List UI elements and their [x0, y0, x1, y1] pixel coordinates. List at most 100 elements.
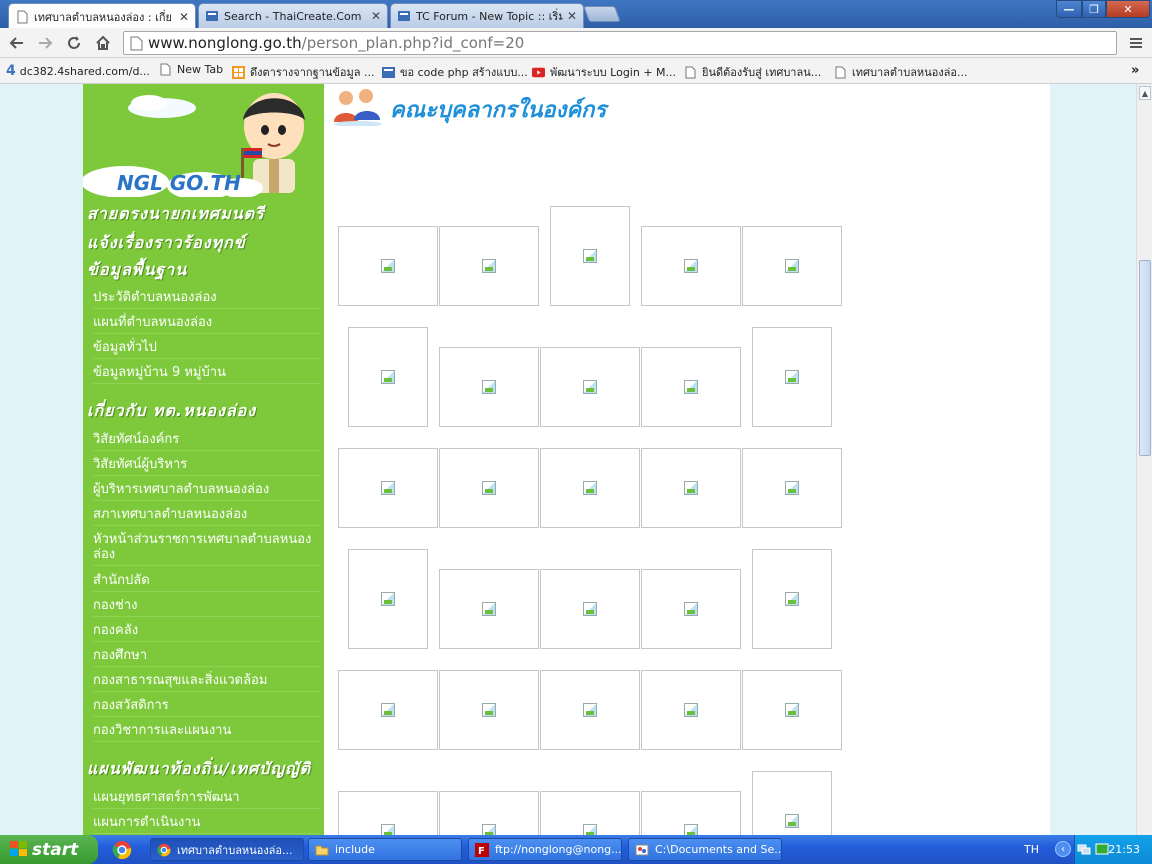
menu-item-operation-plan[interactable]: แผนการดำเนินงาน — [93, 815, 321, 834]
staff-photo[interactable] — [540, 347, 640, 427]
minimize-button[interactable]: — — [1056, 0, 1082, 18]
scroll-thumb[interactable] — [1139, 260, 1151, 456]
start-button[interactable]: start — [0, 835, 98, 864]
mayor-hotline-link[interactable]: สายตรงนายกเทศมนตรี — [87, 202, 265, 227]
maximize-button[interactable]: ❐ — [1082, 0, 1106, 18]
staff-photo[interactable] — [439, 569, 539, 649]
more-bookmarks-button[interactable]: » — [1131, 63, 1139, 78]
bookmark-4shared[interactable]: 4 dc382.4shared.com/d... — [6, 63, 150, 79]
close-icon[interactable]: ✕ — [371, 9, 381, 23]
menu-item-council[interactable]: สภาเทศบาลตำบลหนองล่อง — [93, 507, 321, 526]
menu-item-strategy[interactable]: แผนยุทธศาสตร์การพัฒนา — [93, 790, 321, 809]
task-include-folder[interactable]: include — [308, 838, 462, 861]
staff-photo[interactable] — [338, 226, 438, 306]
staff-photo[interactable] — [752, 771, 832, 835]
menu-item-villages[interactable]: ข้อมูลหมู่บ้าน 9 หมู่บ้าน — [93, 365, 321, 384]
menu-item-map[interactable]: แผนที่ตำบลหนองล่อง — [93, 315, 321, 334]
tab-nonglong[interactable]: เทศบาลตำบลหนองล่อง : เกี่ย ✕ — [8, 3, 196, 29]
bookmark-php-code[interactable]: ขอ code php สร้างแบบ... — [382, 63, 528, 81]
menu-item-division-heads[interactable]: หัวหน้าส่วนราชการเทศบาลตำบลหนองล่อง — [93, 532, 321, 566]
bookmark-new-tab[interactable]: New Tab — [159, 63, 223, 76]
staff-photo[interactable] — [540, 791, 640, 835]
window-close-button[interactable]: ✕ — [1106, 0, 1150, 18]
staff-photo[interactable] — [540, 569, 640, 649]
staff-photo[interactable] — [439, 448, 539, 528]
staff-photo[interactable] — [439, 791, 539, 835]
svg-text:F: F — [478, 846, 485, 857]
broken-image-icon — [482, 380, 496, 394]
staff-photo[interactable] — [641, 226, 741, 306]
back-button[interactable] — [6, 32, 28, 54]
new-tab-button[interactable] — [583, 6, 621, 22]
staff-photo[interactable] — [348, 549, 428, 649]
bookmark-login-youtube[interactable]: พัฒนาระบบ Login + M... — [532, 63, 676, 81]
menu-item-clerk-office[interactable]: สำนักปลัด — [93, 573, 321, 592]
antivirus-icon[interactable] — [1095, 842, 1109, 856]
broken-image-icon — [684, 380, 698, 394]
menu-item-general-info[interactable]: ข้อมูลทั่วไป — [93, 340, 321, 359]
menu-item-exec-vision[interactable]: วิสัยทัศน์ผู้บริหาร — [93, 457, 321, 476]
menu-button[interactable] — [1125, 32, 1147, 54]
home-icon — [96, 35, 110, 50]
staff-photo[interactable] — [641, 670, 741, 750]
task-filezilla[interactable]: F ftp://nonglong@nong... — [468, 838, 622, 861]
task-paint-documents[interactable]: C:\Documents and Se... — [628, 838, 782, 861]
quicklaunch-chrome[interactable] — [112, 840, 134, 860]
staff-photo[interactable] — [338, 670, 438, 750]
forward-button[interactable] — [34, 32, 56, 54]
scroll-up-button[interactable]: ▲ — [1139, 86, 1151, 100]
staff-photo[interactable] — [641, 569, 741, 649]
menu-item-welfare[interactable]: กองสวัสดิการ — [93, 698, 321, 717]
staff-photo[interactable] — [439, 670, 539, 750]
menu-item-executives[interactable]: ผู้บริหารเทศบาลตำบลหนองล่อง — [93, 482, 321, 501]
tray-expand-button[interactable]: ‹ — [1055, 841, 1071, 857]
staff-photo[interactable] — [439, 226, 539, 306]
staff-photo[interactable] — [338, 791, 438, 835]
tab-tc-forum[interactable]: TC Forum - New Topic :: เริ่ม ✕ — [390, 3, 584, 28]
bookmark-nonglong[interactable]: เทศบาลตำบลหนองล่อ... — [834, 63, 968, 81]
staff-photo[interactable] — [348, 327, 428, 427]
broken-image-icon — [583, 481, 597, 495]
network-icon[interactable] — [1077, 842, 1091, 856]
staff-photo[interactable] — [752, 549, 832, 649]
broken-image-icon — [583, 249, 597, 263]
staff-photo[interactable] — [742, 226, 842, 306]
broken-image-icon — [583, 602, 597, 616]
home-button[interactable] — [92, 32, 114, 54]
menu-item-org-vision[interactable]: วิสัยทัศน์องค์กร — [93, 432, 321, 451]
staff-photo[interactable] — [540, 670, 640, 750]
menu-item-engineering[interactable]: กองช่าง — [93, 598, 321, 617]
4shared-icon: 4 — [6, 63, 16, 79]
bookmark-welcome[interactable]: ยินดีต้องรับสู่ เทศบาลน... — [684, 63, 821, 81]
menu-item-planning[interactable]: กองวิชาการและแผนงาน — [93, 723, 321, 742]
vertical-scrollbar[interactable]: ▲ — [1136, 84, 1152, 835]
menu-item-finance[interactable]: กองคลัง — [93, 623, 321, 642]
close-icon[interactable]: ✕ — [179, 10, 189, 24]
broken-image-icon — [785, 703, 799, 717]
reload-button[interactable] — [63, 32, 85, 54]
url-path: /person_plan.php?id_conf=20 — [301, 34, 525, 52]
staff-photo[interactable] — [338, 448, 438, 528]
staff-photo[interactable] — [641, 791, 741, 835]
complaint-link[interactable]: แจ้งเรื่องราวร้องทุกข์ — [87, 231, 246, 256]
task-chrome-nonglong[interactable]: เทศบาลตำบลหนองล่อ... — [150, 838, 304, 861]
staff-photo[interactable] — [550, 206, 630, 306]
bookmark-db-table[interactable]: ดึงตารางจากฐานข้อมูล ... — [232, 63, 374, 81]
logo-text: NGL GO.TH — [117, 171, 241, 195]
staff-photo[interactable] — [742, 448, 842, 528]
menu-item-history[interactable]: ประวัติตำบลหนองล่อง — [93, 290, 321, 309]
staff-photo[interactable] — [752, 327, 832, 427]
task-label: C:\Documents and Se... — [655, 843, 782, 856]
staff-photo[interactable] — [641, 448, 741, 528]
staff-photo[interactable] — [742, 670, 842, 750]
staff-photo[interactable] — [641, 347, 741, 427]
bookmark-label: เทศบาลตำบลหนองล่อ... — [852, 66, 968, 79]
staff-photo[interactable] — [439, 347, 539, 427]
tab-thaicreate-search[interactable]: Search - ThaiCreate.Com ✕ — [198, 3, 388, 28]
menu-item-education[interactable]: กองศึกษา — [93, 648, 321, 667]
menu-item-public-health[interactable]: กองสาธารณสุขและสิ่งแวดล้อม — [93, 673, 321, 692]
staff-photo[interactable] — [540, 448, 640, 528]
close-icon[interactable]: ✕ — [567, 9, 577, 23]
address-bar[interactable]: www.nonglong.go.th/person_plan.php?id_co… — [123, 31, 1117, 55]
language-indicator[interactable]: TH — [1024, 843, 1039, 856]
